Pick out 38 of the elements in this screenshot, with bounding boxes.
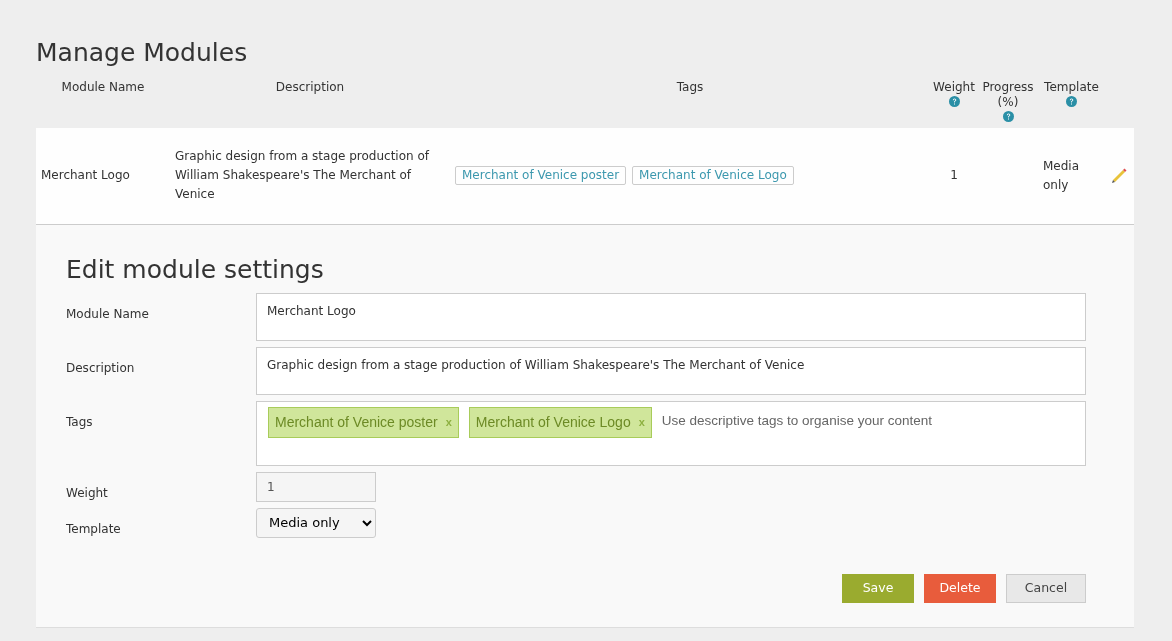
tag-placeholder: Use descriptive tags to organise your content bbox=[661, 411, 932, 430]
cancel-button[interactable]: Cancel bbox=[1006, 573, 1086, 603]
tag-chip[interactable]: Merchant of Venice poster x bbox=[268, 406, 459, 438]
form-title: Edit module settings bbox=[66, 254, 325, 285]
column-header: Progress (%) bbox=[981, 80, 1035, 110]
pencil-icon[interactable] bbox=[1110, 166, 1128, 185]
module-name: Merchant Logo bbox=[41, 168, 130, 183]
field-label: Weight bbox=[66, 484, 109, 502]
module-weight: 1 bbox=[950, 168, 958, 183]
field-label: Description bbox=[66, 359, 136, 377]
tag-input-field[interactable]: Merchant of Venice poster x Merchant of Venice Logo x Use descriptive tags to organise your content bbox=[256, 400, 1086, 466]
tag-chip[interactable]: Merchant of Venice Logo bbox=[632, 166, 794, 186]
tag-chip[interactable]: Merchant of Venice poster bbox=[455, 166, 627, 186]
help-icon[interactable] bbox=[1002, 111, 1014, 122]
input-field[interactable]: Merchant Logo bbox=[256, 292, 1086, 341]
column-header: Weight bbox=[933, 80, 975, 95]
page-title: Manage Modules bbox=[36, 38, 249, 68]
column-header: Tags bbox=[676, 80, 704, 95]
help-icon[interactable] bbox=[1066, 96, 1077, 107]
delete-button[interactable]: Delete bbox=[924, 573, 996, 603]
column-header: Description bbox=[275, 80, 345, 95]
module-template: Media only bbox=[1043, 158, 1080, 192]
column-header: Template bbox=[1044, 80, 1099, 95]
column-header: Module Name bbox=[61, 80, 145, 95]
tag-chip[interactable]: Merchant of Venice Logo x bbox=[468, 406, 652, 438]
weight-field[interactable]: 1 bbox=[256, 471, 376, 502]
save-button[interactable]: Save bbox=[842, 573, 914, 603]
module-description: Graphic design from a stage production of William Shakespeare's The Merchant of Venice bbox=[175, 149, 430, 202]
help-icon[interactable] bbox=[948, 96, 960, 107]
field-label: Template bbox=[66, 520, 122, 538]
field-label: Module Name bbox=[66, 305, 150, 323]
remove-tag-button[interactable]: x bbox=[638, 413, 645, 431]
remove-tag-button[interactable]: x bbox=[445, 413, 452, 431]
field-label: Tags bbox=[66, 413, 94, 431]
tag-label: Merchant of Venice Logo bbox=[475, 412, 631, 432]
input-field[interactable]: Graphic design from a stage production of William Shakespeare's The Merchant of Venice bbox=[256, 346, 1086, 395]
template-select[interactable]: Media only bbox=[256, 507, 376, 538]
tag-label: Merchant of Venice poster bbox=[275, 412, 438, 432]
